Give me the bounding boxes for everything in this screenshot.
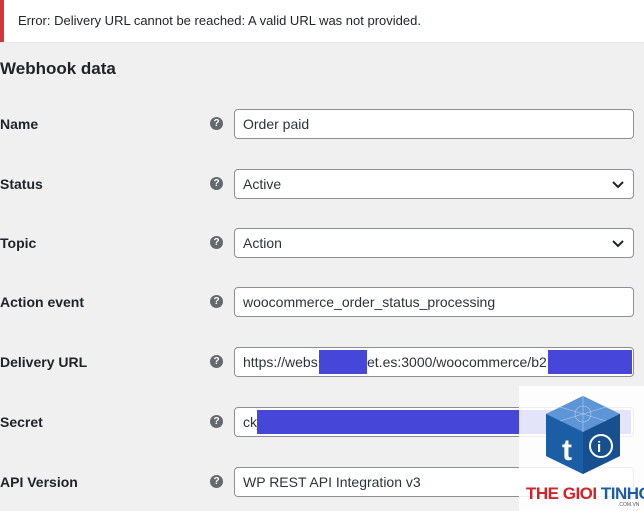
secret-label: Secret <box>0 414 43 430</box>
help-circle-icon[interactable]: ? <box>210 117 223 130</box>
watermark-domain: .COM.VN <box>618 502 640 508</box>
name-input[interactable]: Order paid <box>234 109 634 139</box>
action-event-input-value: woocommerce_order_status_processing <box>243 294 496 310</box>
status-label: Status <box>0 176 43 192</box>
status-select-value: Active <box>243 176 282 192</box>
help-circle-icon[interactable]: ? <box>210 355 223 368</box>
delivery-url-value-mid: et.es:3000/woocommerce/b2 <box>367 354 547 370</box>
delivery-url-value-start: https://webs <box>243 354 318 370</box>
action-event-label: Action event <box>0 294 85 310</box>
help-circle-icon[interactable]: ? <box>210 475 223 488</box>
chevron-down-icon <box>612 240 624 248</box>
redaction-block <box>548 350 632 374</box>
redaction-block <box>319 350 367 374</box>
name-input-value: Order paid <box>243 116 310 132</box>
watermark-brand: THE GIOI TINHOC <box>526 484 644 504</box>
topic-label: Topic <box>0 235 37 251</box>
help-circle-icon[interactable]: ? <box>210 236 223 249</box>
error-notice-message: Error: Delivery URL cannot be reached: A… <box>18 13 421 28</box>
help-circle-icon[interactable]: ? <box>210 295 223 308</box>
chevron-down-icon <box>612 181 624 189</box>
topic-select-value: Action <box>243 235 282 251</box>
watermark-brand-part2: TINHOC <box>600 484 644 503</box>
help-circle-icon[interactable]: ? <box>210 177 223 190</box>
help-circle-icon[interactable]: ? <box>210 415 223 428</box>
section-title: Webhook data <box>0 59 116 78</box>
action-event-input[interactable]: woocommerce_order_status_processing <box>234 287 634 317</box>
api-version-label: API Version <box>0 474 78 490</box>
name-label: Name <box>0 116 39 132</box>
thegioitinhoc-logo-icon: t i <box>546 396 620 474</box>
error-notice: Error: Delivery URL cannot be reached: A… <box>0 0 644 42</box>
topic-select[interactable]: Action <box>234 228 634 258</box>
watermark-brand-part1: THE GIOI <box>526 484 597 503</box>
api-version-select-value: WP REST API Integration v3 <box>243 474 421 490</box>
delivery-url-label: Delivery URL <box>0 354 88 370</box>
svg-text:t: t <box>562 434 572 467</box>
delivery-url-input[interactable]: https://webs et.es:3000/woocommerce/b2 <box>234 347 634 377</box>
svg-text:i: i <box>597 439 601 456</box>
status-select[interactable]: Active <box>234 169 634 199</box>
